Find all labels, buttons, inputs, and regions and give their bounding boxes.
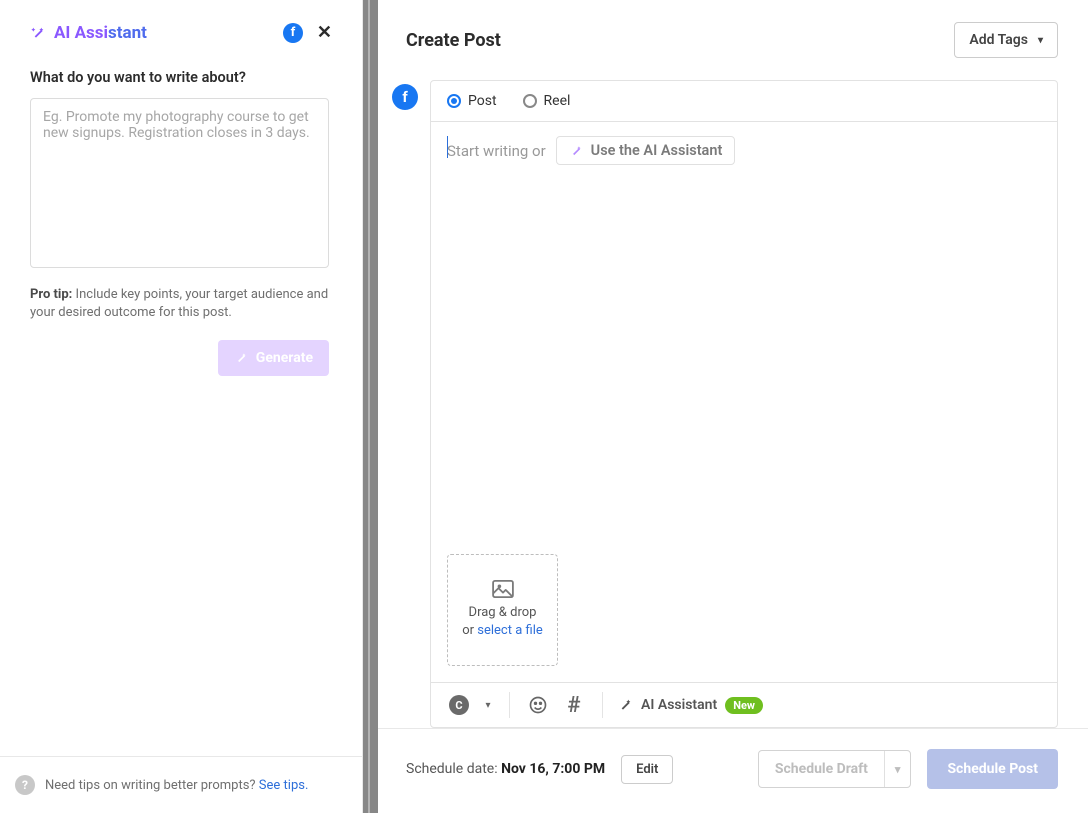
- post-body-area[interactable]: Start writing or Use the AI Assistant: [431, 122, 1057, 682]
- ai-panel-title: AI Assistant: [54, 23, 275, 43]
- help-icon[interactable]: ?: [15, 775, 35, 795]
- ai-assistant-panel: AI Assistant f ✕ What do you want to wri…: [0, 0, 363, 813]
- media-dropzone[interactable]: Drag & drop or select a file: [447, 554, 558, 666]
- generate-button-label: Generate: [256, 350, 313, 366]
- dropzone-text: Drag & drop or select a file: [462, 604, 543, 639]
- footer-hint-text: Need tips on writing better prompts? See…: [45, 778, 308, 793]
- composer-footer: Schedule date: Nov 16, 7:00 PM Edit Sche…: [378, 728, 1088, 813]
- ai-panel-header: AI Assistant f ✕: [30, 22, 332, 43]
- page-title: Create Post: [406, 30, 954, 51]
- pro-tip-text: Pro tip: Include key points, your target…: [30, 286, 330, 322]
- add-tags-button[interactable]: Add Tags ▾: [954, 22, 1058, 58]
- post-type-post-label: Post: [468, 93, 497, 109]
- prompt-question: What do you want to write about?: [30, 69, 332, 86]
- wand-icon: [30, 25, 46, 41]
- toolbar-separator: [602, 692, 603, 718]
- post-type-reel-label: Reel: [544, 93, 571, 109]
- ai-panel-footer: ? Need tips on writing better prompts? S…: [0, 756, 362, 813]
- radio-icon: [447, 94, 461, 108]
- wand-icon: [617, 697, 633, 713]
- caret-down-icon: ▾: [1038, 35, 1043, 46]
- hashtag-icon[interactable]: #: [560, 691, 588, 719]
- schedule-draft-button[interactable]: Schedule Draft ▾: [758, 750, 912, 788]
- schedule-date-label: Schedule date: Nov 16, 7:00 PM: [406, 761, 605, 777]
- add-tags-label: Add Tags: [969, 32, 1028, 48]
- body-placeholder-text: Start writing or: [447, 142, 546, 160]
- text-cursor: [447, 136, 448, 158]
- panel-divider[interactable]: [363, 0, 378, 813]
- wand-icon: [569, 144, 583, 158]
- compose-card: Post Reel Start writing or: [430, 80, 1058, 728]
- edit-schedule-button[interactable]: Edit: [621, 755, 673, 784]
- emoji-icon[interactable]: [524, 691, 552, 719]
- toolbar-separator: [509, 692, 510, 718]
- radio-icon: [523, 94, 537, 108]
- generate-button[interactable]: Generate: [218, 340, 329, 376]
- toolbar-ai-assistant[interactable]: AI Assistant New: [617, 697, 763, 714]
- caret-down-icon[interactable]: ▾: [884, 751, 911, 787]
- schedule-draft-label: Schedule Draft: [759, 751, 884, 787]
- post-type-post[interactable]: Post: [447, 93, 497, 109]
- image-icon: [492, 580, 514, 598]
- facebook-channel-icon[interactable]: f: [392, 84, 418, 110]
- toolbar-ai-label: AI Assistant: [641, 697, 717, 713]
- canva-icon[interactable]: C: [445, 691, 473, 719]
- wand-icon: [234, 351, 248, 365]
- select-file-link[interactable]: select a file: [477, 623, 543, 638]
- use-ai-assistant-button[interactable]: Use the AI Assistant: [556, 136, 736, 165]
- new-badge: New: [725, 697, 763, 714]
- facebook-icon: f: [283, 23, 303, 43]
- canva-dropdown-icon[interactable]: ▾: [481, 691, 495, 719]
- schedule-post-button[interactable]: Schedule Post: [927, 749, 1058, 789]
- post-type-reel[interactable]: Reel: [523, 93, 571, 109]
- composer-panel: Create Post Add Tags ▾ f Post Reel: [378, 0, 1088, 813]
- compose-toolbar: C ▾ # AI Assistant New: [431, 682, 1057, 727]
- use-ai-assistant-label: Use the AI Assistant: [591, 142, 723, 159]
- close-icon[interactable]: ✕: [317, 22, 332, 43]
- see-tips-link[interactable]: See tips.: [259, 778, 309, 793]
- prompt-textarea[interactable]: [30, 98, 329, 268]
